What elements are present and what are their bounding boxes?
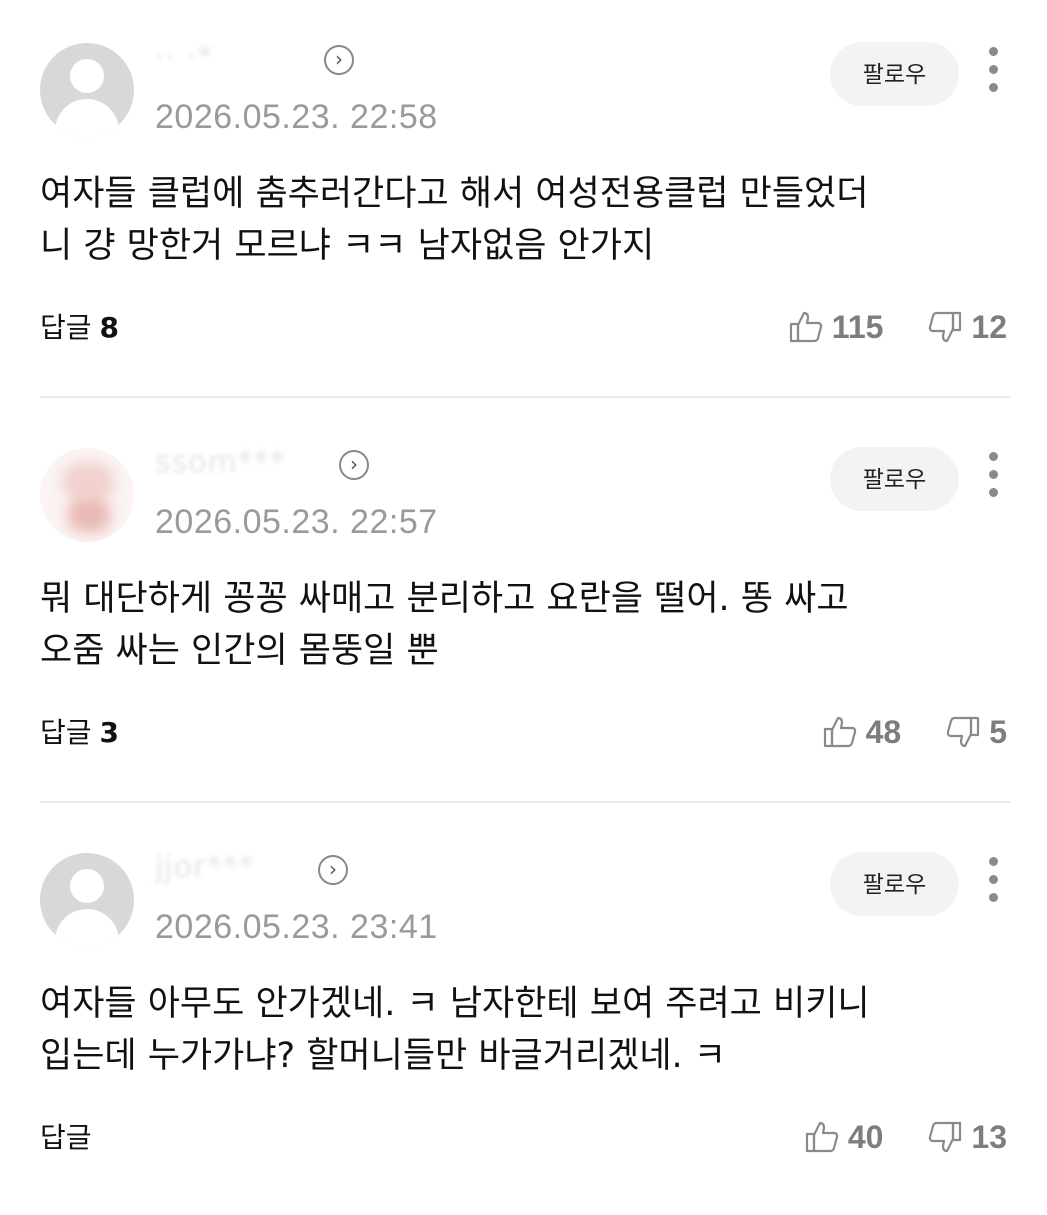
thumbs-down-icon [929,1121,962,1153]
like-count: 40 [847,1118,884,1155]
username[interactable]: ssom*** [155,445,286,480]
follow-button[interactable]: 팔로우 [830,42,959,106]
dislike-count: 13 [971,1118,1007,1155]
dislike-button[interactable]: 12 [927,309,1007,346]
dislike-count: 12 [971,308,1007,345]
comment-text: 여자들 아무도 안가겠네. ㅋ 남자한테 보여 주려고 비키니 입는데 누가가냐… [40,984,870,1076]
photo-blur [68,498,110,532]
vote-group: 48 5 [822,710,1007,754]
reply-label: 답글 [40,716,92,749]
avatar-shoulders [55,99,119,137]
dislike-button[interactable]: 13 [927,1119,1007,1156]
like-button[interactable]: 48 [822,713,902,751]
dislike-button[interactable]: 5 [945,714,1007,751]
avatar-shoulders [55,909,119,947]
like-button[interactable]: 115 [788,308,884,346]
more-options-icon[interactable] [981,855,1007,905]
comment-text: 여자들 클럽에 춤추러간다고 해서 여성전용클럽 만들었더 니 걍 망한거 모르… [40,174,869,266]
default-user-icon[interactable] [40,43,134,137]
default-user-icon[interactable] [40,853,134,947]
reply-count: 8 [99,311,120,344]
thumbs-up-icon [823,716,856,748]
thumbs-up-icon [789,311,822,343]
divider [40,396,1010,398]
reply-count: 3 [99,716,120,749]
chevron-right-icon[interactable]: › [318,855,348,885]
reply-label: 답글 [40,311,92,344]
reply-label: 답글 [40,1121,92,1154]
thumbs-down-icon [946,716,980,748]
vote-group: 115 12 [788,305,1007,349]
comment-text: 뭐 대단하게 꽁꽁 싸매고 분리하고 요란을 떨어. 똥 싸고 오줌 싸는 인간… [40,579,849,671]
comment-item: ·· ·* › 2026.05.23. 22:58 팔로우 여자들 클럽에 춤추… [0,0,1047,405]
reply-button[interactable]: 답글 3 [40,711,119,751]
comment-item: ssom*** › 2026.05.23. 22:57 팔로우 뭐 대단하게 꽁… [0,405,1047,810]
avatar-head [70,59,104,93]
dislike-count: 5 [989,713,1007,750]
more-options-icon[interactable] [981,45,1007,95]
like-count: 115 [831,308,884,345]
username[interactable]: jjor*** [155,850,254,885]
chevron-right-icon[interactable]: › [324,45,354,75]
thumbs-up-icon [805,1121,839,1153]
like-button[interactable]: 40 [804,1118,884,1156]
comment-timestamp: 2026.05.23. 22:57 [155,503,438,541]
photo-blur [62,462,114,500]
divider [40,801,1010,803]
more-options-icon[interactable] [981,450,1007,500]
avatar-head [70,869,104,903]
reply-button[interactable]: 답글 [40,1116,100,1156]
reply-button[interactable]: 답글 8 [40,306,119,346]
follow-button[interactable]: 팔로우 [830,447,959,511]
comment-timestamp: 2026.05.23. 23:41 [155,908,438,946]
profile-photo[interactable] [40,448,134,542]
comment-item: jjor*** › 2026.05.23. 23:41 팔로우 여자들 아무도 … [0,810,1047,1215]
chevron-right-icon[interactable]: › [339,450,369,480]
vote-group: 40 13 [804,1115,1007,1159]
like-count: 48 [865,713,902,750]
follow-button[interactable]: 팔로우 [830,852,959,916]
username[interactable]: ·· ·* [155,40,213,75]
thumbs-down-icon [929,311,962,343]
comment-timestamp: 2026.05.23. 22:58 [155,98,438,136]
